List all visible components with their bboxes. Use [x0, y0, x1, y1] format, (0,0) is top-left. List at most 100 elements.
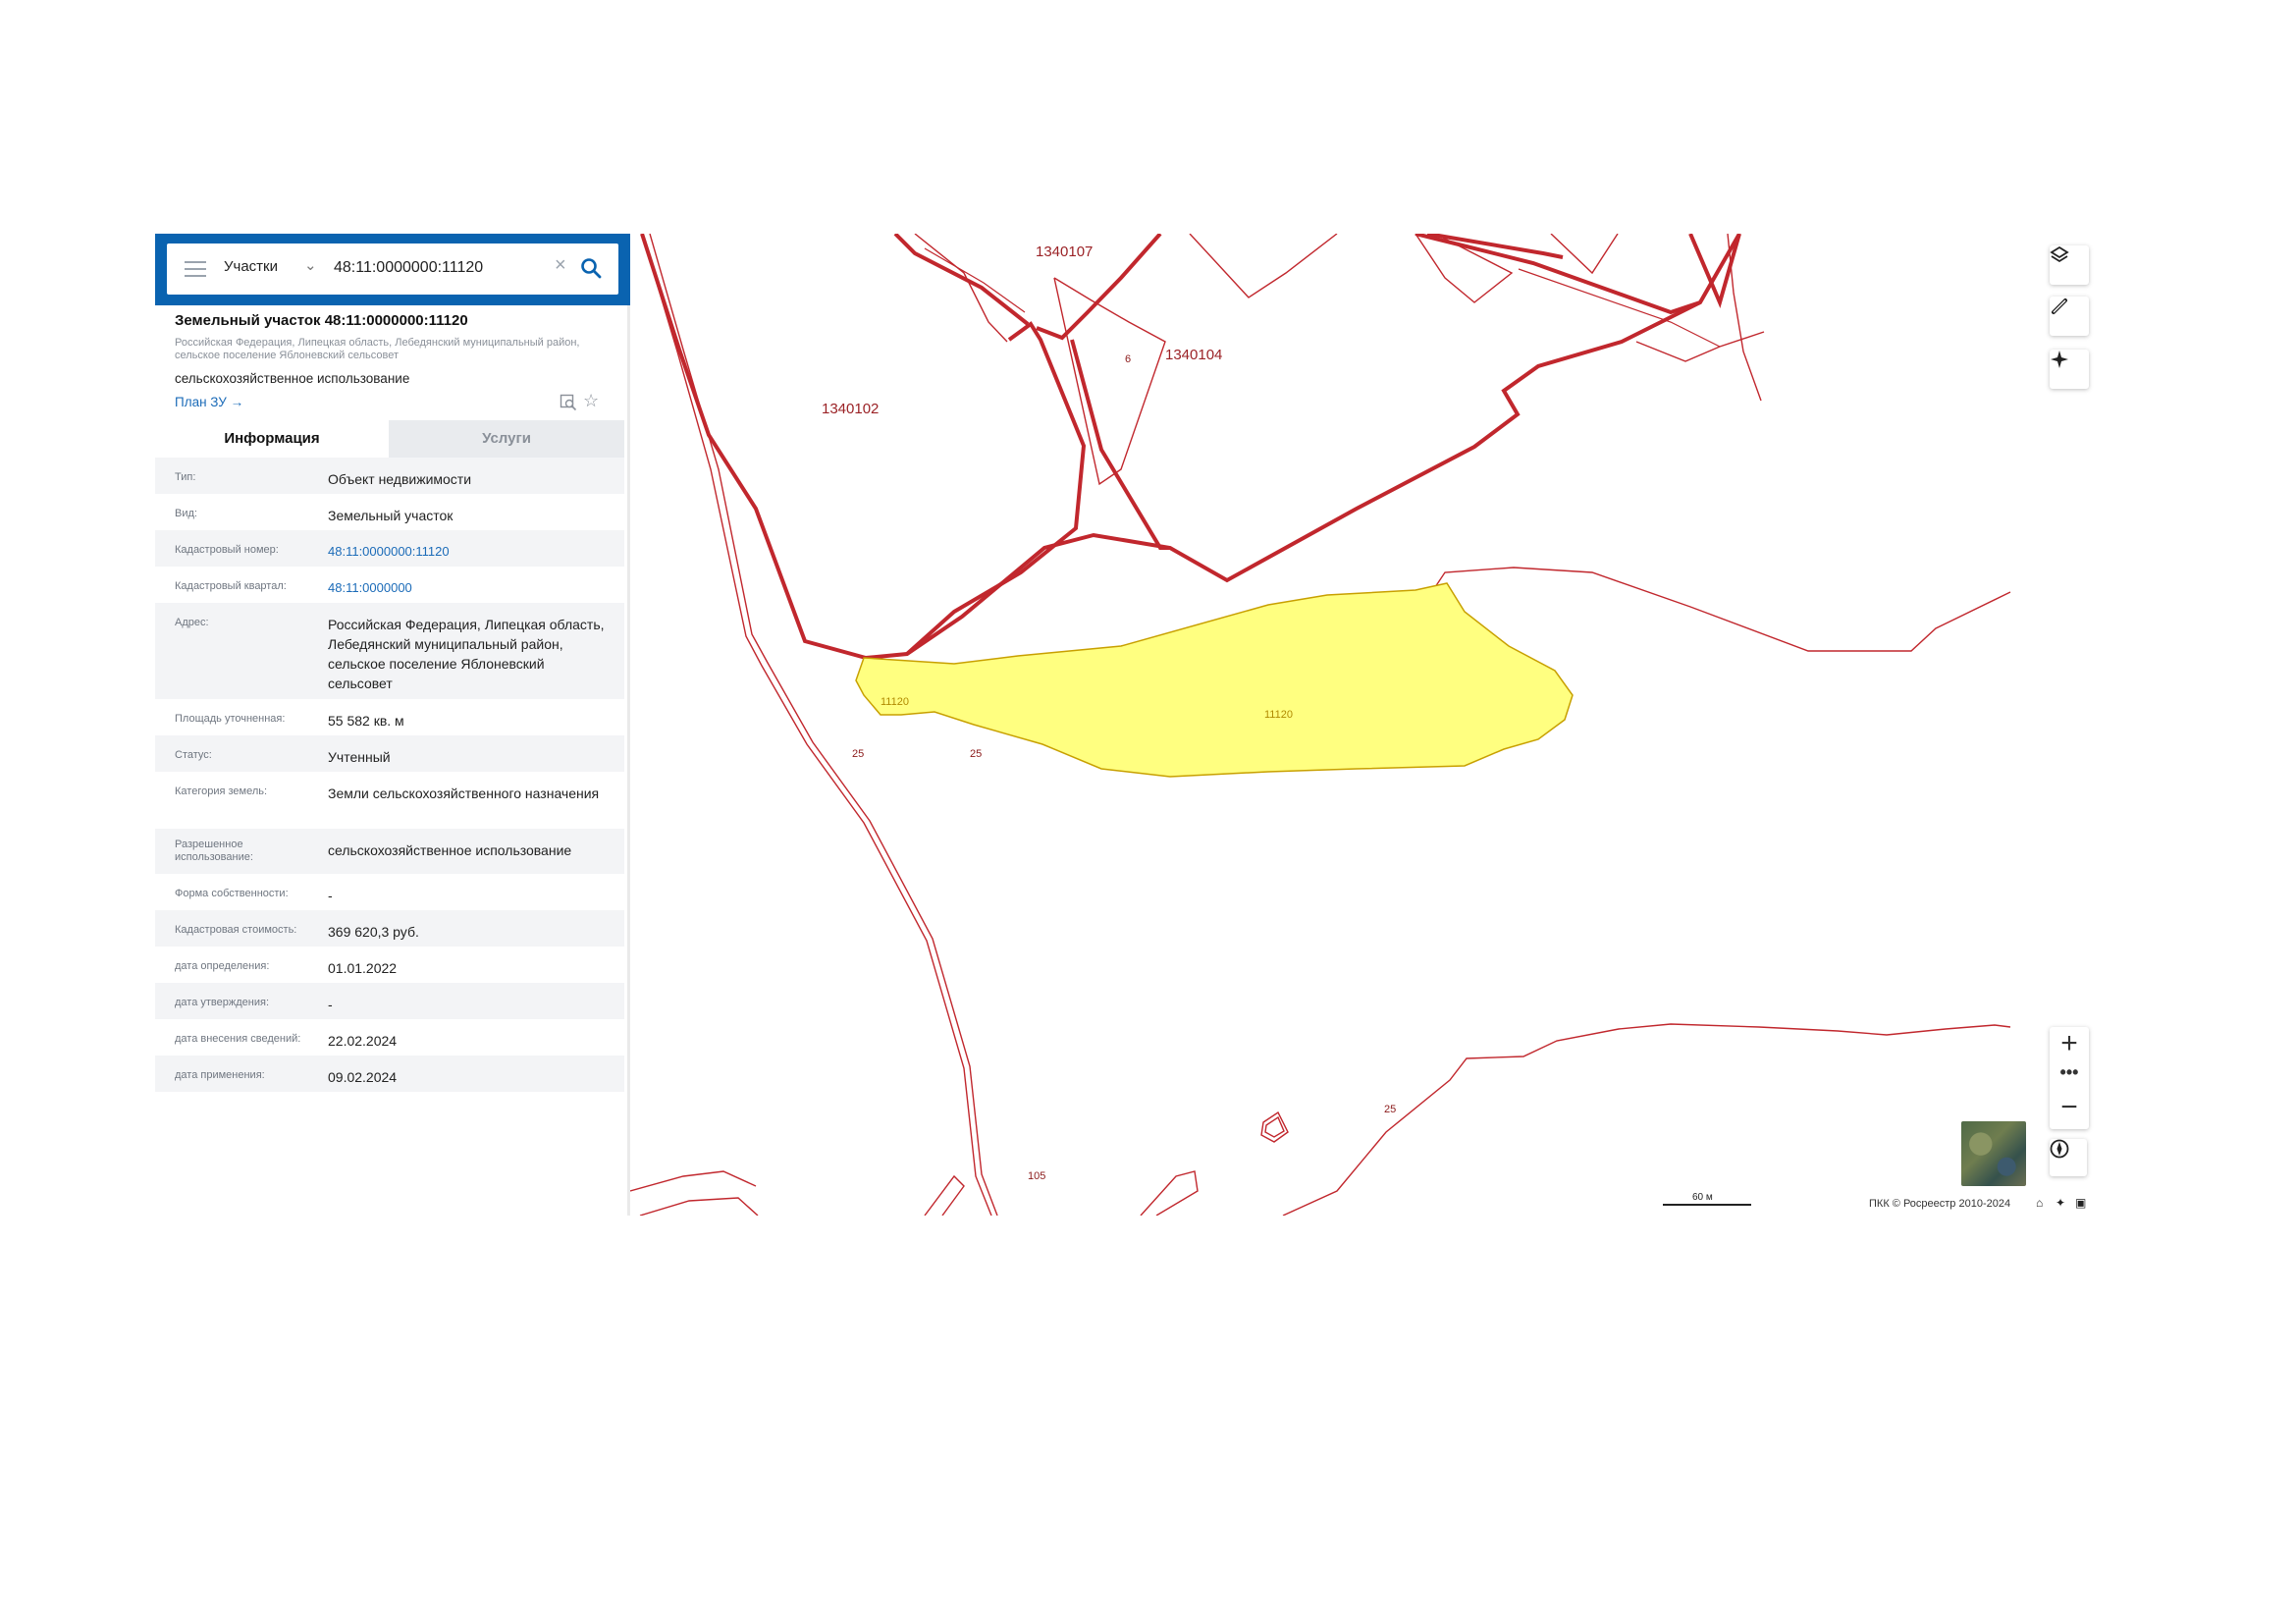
compass-button[interactable]: [2050, 1139, 2087, 1176]
attr-value: Объект недвижимости: [328, 471, 472, 487]
preview-icon[interactable]: [560, 394, 577, 411]
map-label-number: 25: [852, 748, 864, 760]
map-label-parcel: 11120: [881, 696, 909, 708]
parcel-border: [1550, 234, 1619, 275]
fullscreen-icon[interactable]: ▣: [2075, 1196, 2086, 1210]
parcel-border: [641, 234, 992, 1216]
map-attribution: ПКК © Росреестр 2010-2024: [1869, 1198, 2011, 1210]
locate-icon: [2051, 351, 2068, 368]
quarter-border: [905, 321, 1087, 656]
attr-row-application-date: дата применения: 09.02.2024: [155, 1056, 624, 1092]
parcel-border: [630, 1170, 757, 1192]
menu-icon[interactable]: [185, 261, 206, 277]
map-label-quarter-1340102: 1340102: [822, 401, 879, 417]
search-input[interactable]: [334, 255, 540, 281]
quarter-border: [893, 234, 1030, 326]
scale-label: 60 м: [1692, 1192, 1713, 1203]
search-icon[interactable]: [579, 256, 603, 280]
attr-key: дата утверждения:: [175, 997, 270, 1008]
attr-key: Адрес:: [175, 617, 209, 628]
attr-row-permitted-use: Разрешенное использование: сельскохозяйс…: [155, 829, 624, 874]
map-label-number: 6: [1125, 353, 1131, 365]
locate-icon[interactable]: ✦: [2056, 1196, 2065, 1210]
attr-key: Форма собственности:: [175, 888, 289, 899]
layers-icon: [2050, 245, 2069, 263]
zoom-in-button[interactable]: +: [2050, 1027, 2089, 1062]
attr-value: 09.02.2024: [328, 1069, 398, 1085]
scale-bar: [1663, 1204, 1751, 1206]
attr-key: Вид:: [175, 508, 197, 519]
parcel-border: [924, 1174, 965, 1216]
layers-button[interactable]: [2050, 245, 2089, 285]
attr-row-cadastral-value: Кадастровая стоимость: 369 620,3 руб.: [155, 910, 624, 947]
parcel-border: [1053, 277, 1166, 486]
home-icon[interactable]: ⌂: [2036, 1196, 2043, 1210]
app-window: Участки ⌄ × ‹ Земельный участок 48:11:00…: [155, 234, 2110, 1216]
parcel-border: [914, 234, 1008, 343]
zoom-out-button[interactable]: −: [2050, 1090, 2089, 1129]
attr-key: Разрешенное использование:: [175, 839, 253, 863]
attr-value: -: [328, 888, 333, 903]
clear-icon[interactable]: ×: [555, 254, 566, 277]
search-bar: Участки ⌄ × ‹: [155, 234, 642, 305]
attr-value: 01.01.2022: [328, 960, 398, 976]
chevron-down-icon[interactable]: ⌄: [304, 256, 317, 274]
quarter-border: [1415, 234, 1701, 315]
tab-services[interactable]: Услуги: [389, 420, 624, 458]
layer-select[interactable]: Участки: [224, 258, 278, 275]
attr-row-determination-date: дата определения: 01.01.2022: [155, 947, 624, 983]
attr-key: дата определения:: [175, 960, 270, 972]
attr-value: 369 620,3 руб.: [328, 924, 419, 940]
info-panel: Участки ⌄ × ‹ Земельный участок 48:11:00…: [155, 234, 642, 1216]
attr-row-entry-date: дата внесения сведений: 22.02.2024: [155, 1019, 624, 1056]
attr-key: Кадастровый квартал:: [175, 580, 287, 592]
attr-row-land-category: Категория земель: Земли сельскохозяйстве…: [155, 772, 624, 829]
map-label-quarter-1340107: 1340107: [1036, 244, 1093, 260]
map-canvas[interactable]: 1340107 1340104 1340102 11120 11120 25 2…: [630, 234, 2110, 1216]
selected-parcel[interactable]: [855, 582, 1574, 778]
attr-value: Российская Федерация, Липецкая область, …: [328, 617, 605, 691]
attr-key: Кадастровая стоимость:: [175, 924, 297, 936]
attr-row-type: Тип: Объект недвижимости: [155, 458, 624, 494]
attr-row-cadastral-quarter: Кадастровый квартал: 48:11:0000000: [155, 567, 624, 603]
parcel-border: [649, 234, 998, 1216]
attr-value: Земельный участок: [328, 508, 454, 523]
ruler-button[interactable]: [2050, 297, 2089, 336]
locate-button[interactable]: [2050, 350, 2089, 389]
zoom-control: + ••• −: [2050, 1027, 2089, 1129]
attr-key: Тип:: [175, 471, 196, 483]
attr-key: Площадь уточненная:: [175, 713, 286, 725]
attr-value: Учтенный: [328, 749, 391, 765]
parcel-border: [1282, 1023, 2011, 1216]
cadastral-quarter-link[interactable]: 48:11:0000000: [328, 578, 613, 598]
attr-value: 55 582 кв. м: [328, 713, 404, 729]
attr-row-status: Статус: Учтенный: [155, 735, 624, 772]
star-icon[interactable]: ☆: [583, 391, 599, 411]
more-button[interactable]: •••: [2050, 1060, 2089, 1090]
satellite-basemap-thumbnail[interactable]: [1961, 1121, 2026, 1186]
object-use: сельскохозяйственное использование: [175, 371, 410, 386]
attr-row-area: Площадь уточненная: 55 582 кв. м: [155, 699, 624, 735]
parcel-border: [639, 1197, 759, 1216]
attr-value: -: [328, 997, 333, 1012]
attr-value: Земли сельскохозяйственного назначения: [328, 785, 600, 801]
map-label-quarter-1340104: 1340104: [1165, 347, 1222, 363]
attr-row-approval-date: дата утверждения: -: [155, 983, 624, 1019]
quarter-inner-line: [924, 247, 1026, 313]
attr-row-address: Адрес: Российская Федерация, Липецкая об…: [155, 603, 624, 699]
plan-link[interactable]: План ЗУ →: [175, 395, 243, 409]
tab-information[interactable]: Информация: [155, 420, 389, 458]
attr-value: 22.02.2024: [328, 1033, 398, 1049]
ruler-icon: [2052, 298, 2067, 314]
search-box: Участки ⌄ ×: [167, 244, 618, 295]
compass-icon: [2050, 1139, 2069, 1159]
quarter-border: [640, 234, 1741, 661]
cadastral-map[interactable]: 1340107 1340104 1340102 11120 11120 25 2…: [630, 234, 2110, 1216]
attr-value: сельскохозяйственное использование: [328, 842, 572, 858]
attr-key: Кадастровый номер:: [175, 544, 279, 556]
attr-row-kind: Вид: Земельный участок: [155, 494, 624, 530]
cadastral-number-link[interactable]: 48:11:0000000:11120: [328, 542, 613, 562]
map-label-number: 25: [1384, 1104, 1396, 1115]
attribute-table: Тип: Объект недвижимости Вид: Земельный …: [155, 458, 624, 1092]
map-label-number: 105: [1028, 1170, 1045, 1182]
